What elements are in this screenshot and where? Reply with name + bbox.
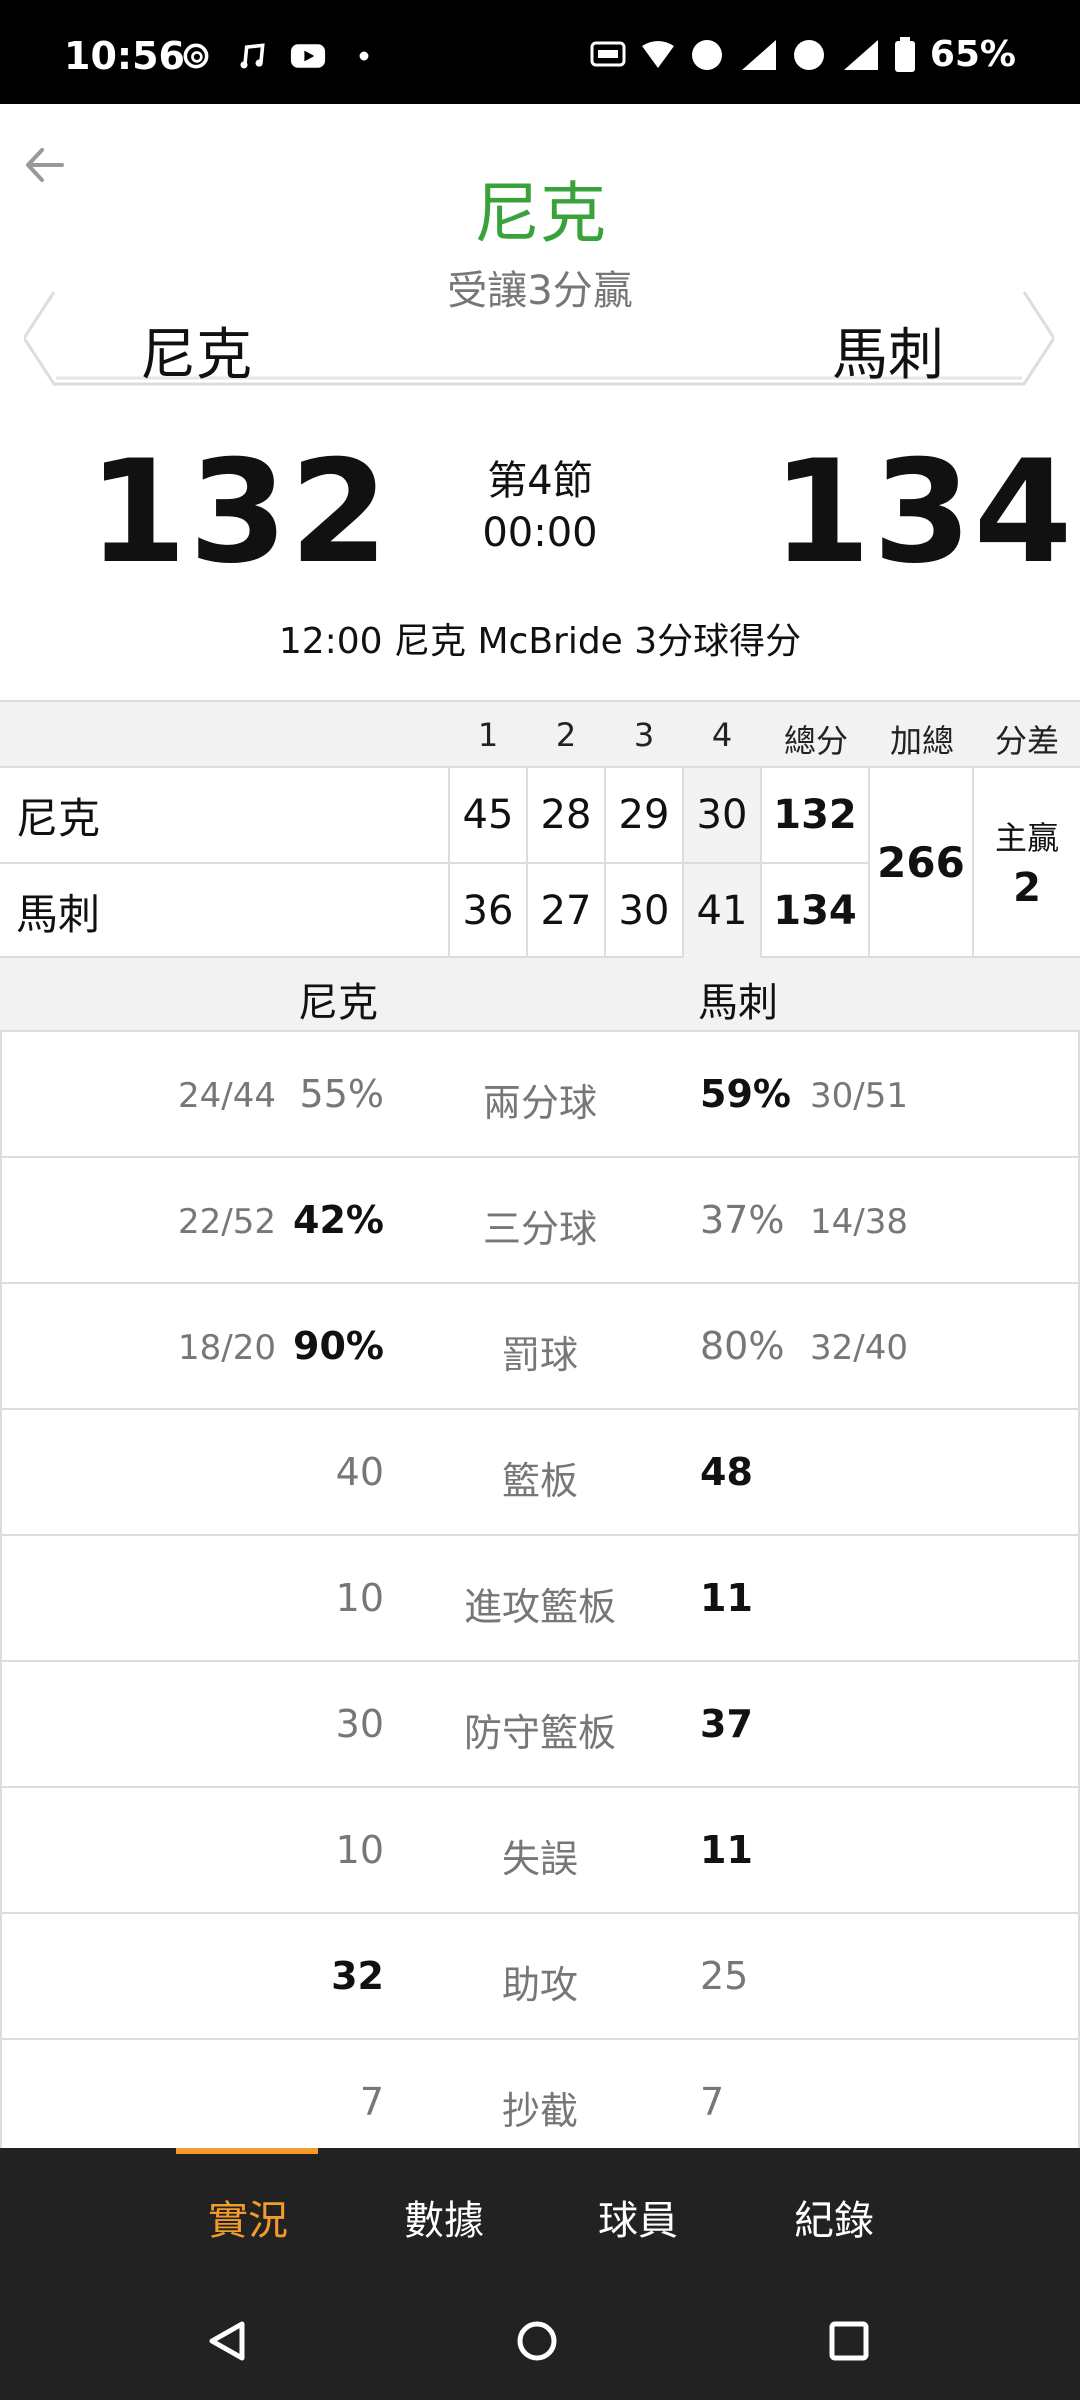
- stat-row: 24/44 55% 兩分球 59% 30/51: [2, 1030, 1078, 1156]
- quarter-table-header: 1 2 3 4 總分 加總 分差: [0, 700, 1080, 766]
- prediction-headline: 尼克: [474, 175, 606, 252]
- youtube-icon: [290, 44, 326, 68]
- difference-value: 2: [1013, 865, 1041, 911]
- header-q4: 4: [711, 716, 733, 754]
- header-diff: 分差: [994, 722, 1059, 760]
- active-tab-indicator: [176, 2148, 318, 2154]
- signal-2-icon: [843, 39, 878, 70]
- stat-row: 22/52 42% 三分球 37% 14/38: [2, 1156, 1078, 1282]
- stat-name: 防守籃板: [463, 1711, 616, 1755]
- header-q1: 1: [477, 716, 499, 754]
- stats-team-home: 尼克: [298, 980, 378, 1026]
- combined-total: 266: [870, 766, 974, 958]
- stat-right-value: 59%: [700, 1072, 791, 1116]
- difference-label: 主贏: [994, 819, 1059, 857]
- last-play-text: 12:00 尼克 McBride 3分球得分: [278, 621, 802, 662]
- stats-team-away: 馬刺: [698, 980, 778, 1026]
- header-q3: 3: [633, 716, 655, 754]
- stat-row: 18/20 90% 罰球 80% 32/40: [2, 1282, 1078, 1408]
- stat-row: 40 籃板 48: [2, 1408, 1078, 1534]
- notification-icons: [178, 40, 382, 72]
- table-cell-total: 132: [762, 768, 870, 864]
- recents-square-icon[interactable]: [826, 2318, 872, 2364]
- score-away: 134: [772, 430, 1075, 595]
- point-difference: 主贏 2: [974, 766, 1080, 958]
- team-stats-list[interactable]: 24/44 55% 兩分球 59% 30/51 22/52 42% 三分球 37…: [0, 1030, 1080, 2148]
- volte-icon-2: [793, 39, 824, 70]
- table-cell-total: 134: [762, 864, 870, 958]
- header-total: 總分: [783, 722, 848, 760]
- home-circle-icon[interactable]: [514, 2318, 560, 2364]
- dot-icon: [359, 51, 369, 61]
- table-cell-q4: 41: [684, 864, 762, 958]
- bottom-tab-bar: 實況 數據 球員 紀錄: [0, 2148, 1080, 2282]
- stat-right-value: 25: [700, 1954, 749, 1998]
- music-icon: [240, 43, 265, 69]
- table-cell-q1: 36: [450, 864, 528, 958]
- stat-right-value: 37%: [700, 1198, 785, 1242]
- stat-row: 30 防守籃板 37: [2, 1660, 1078, 1786]
- stat-right-value: 11: [700, 1828, 753, 1872]
- system-navigation-bar: [0, 2282, 1080, 2400]
- stat-name: 兩分球: [482, 1081, 597, 1125]
- stat-right-value: 7: [700, 2080, 725, 2124]
- stat-row: 10 失誤 11: [2, 1786, 1078, 1912]
- table-row-team: 馬刺: [0, 864, 450, 958]
- table-cell-q3: 30: [606, 864, 684, 958]
- stats-header: 尼克 馬刺: [0, 958, 1080, 1030]
- battery-icon: [894, 36, 915, 72]
- table-cell-q2: 28: [528, 768, 606, 864]
- stat-name: 失誤: [501, 1837, 578, 1881]
- stat-name: 罰球: [501, 1333, 578, 1377]
- header-sum: 加總: [889, 722, 954, 760]
- stat-right-value: 11: [700, 1576, 753, 1620]
- stat-right-value: 80%: [700, 1324, 785, 1368]
- table-cell-q4: 30: [684, 768, 762, 864]
- stat-name: 籃板: [501, 1459, 578, 1503]
- battery-percentage: 65%: [929, 34, 1016, 75]
- auto-hz-icon: [590, 41, 626, 66]
- stat-right-value: 48: [700, 1450, 753, 1494]
- team-name-away: 馬刺: [832, 323, 944, 388]
- team-name-home: 尼克: [140, 323, 252, 388]
- stat-name: 進攻籃板: [463, 1585, 616, 1629]
- stat-row: 10 進攻籃板 11: [2, 1534, 1078, 1660]
- tab-stats[interactable]: 數據: [364, 2188, 524, 2246]
- stat-row: 7 抄截 7: [2, 2038, 1078, 2148]
- stat-right-attempts: 30/51: [810, 1076, 908, 1116]
- wifi6-icon: [641, 40, 674, 68]
- tab-records[interactable]: 紀錄: [754, 2188, 914, 2246]
- back-triangle-icon[interactable]: [204, 2318, 250, 2364]
- stat-name: 抄截: [501, 2089, 578, 2133]
- system-icons: 65%: [590, 34, 1016, 75]
- stat-right-value: 37: [700, 1702, 753, 1746]
- table-cell-q1: 45: [450, 768, 528, 864]
- table-cell-q2: 27: [528, 864, 606, 958]
- header-q2: 2: [555, 716, 577, 754]
- stat-right-attempts: 32/40: [810, 1328, 908, 1368]
- threads-icon: [183, 43, 209, 69]
- stat-row: 32 助攻 25: [2, 1912, 1078, 2038]
- status-time: 10:56: [64, 34, 185, 78]
- tab-live[interactable]: 實況: [168, 2188, 328, 2246]
- stat-name: 三分球: [482, 1207, 597, 1251]
- tab-players[interactable]: 球員: [558, 2188, 718, 2246]
- table-row-team: 尼克: [0, 768, 450, 864]
- stat-name: 助攻: [501, 1963, 578, 2007]
- table-cell-q3: 29: [606, 768, 684, 864]
- volte-icon: [691, 39, 722, 70]
- stat-right-attempts: 14/38: [810, 1202, 908, 1242]
- status-bar: 10:56 65%: [0, 0, 1080, 104]
- signal-1-icon: [741, 39, 776, 70]
